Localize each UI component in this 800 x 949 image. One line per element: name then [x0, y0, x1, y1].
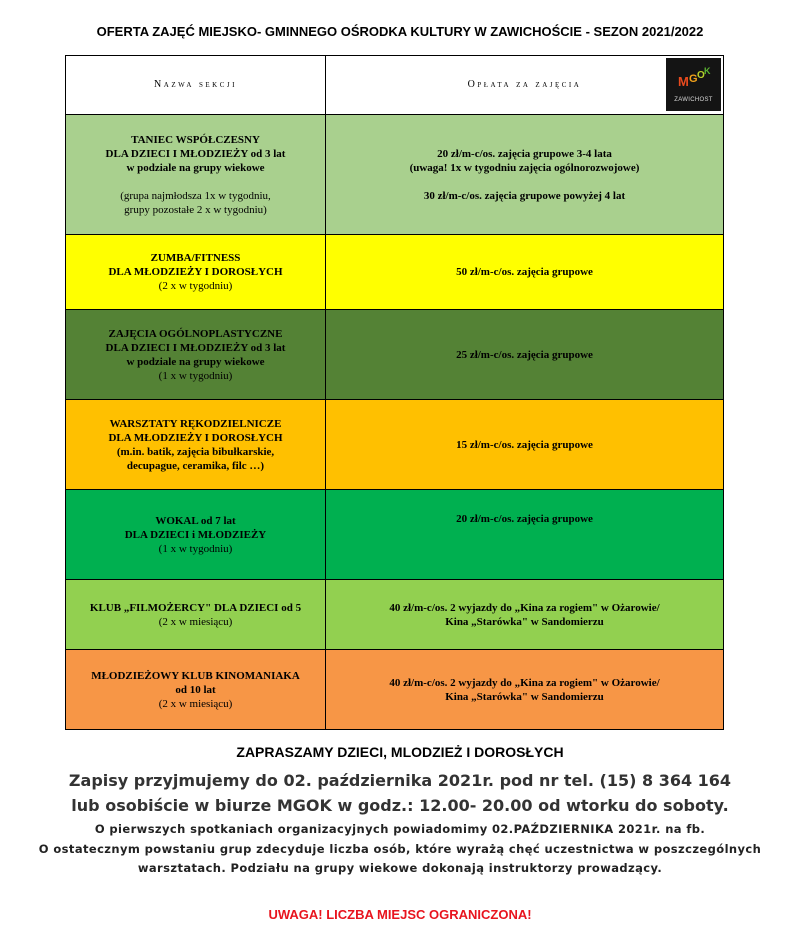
document-title: OFERTA ZAJĘĆ MIEJSKO- GMINNEGO OŚRODKA K… [96, 24, 704, 39]
column-header-fee-label: Opłata za zajęcia [467, 79, 582, 90]
section-fee-cell: 25 zł/m-c/os. zajęcia grupowe [325, 309, 724, 400]
section-name-line: DLA DZIECI i MŁODZIEŻY [124, 528, 267, 541]
section-row: ZAJĘCIA OGÓLNOPLASTYCZNE DLA DZIECI I MŁO… [65, 309, 724, 400]
section-name-cell: KLUB „FILMOŻERCY" DLA DZIECI od 5 (2 x w … [65, 579, 326, 650]
section-fee-cell: 40 zł/m-c/os. 2 wyjazdy do „Kina za rogi… [325, 579, 724, 650]
fee-line: 40 zł/m-c/os. 2 wyjazdy do „Kina za rogi… [389, 676, 660, 689]
section-schedule-note: (1 x w tygodniu) [158, 542, 233, 555]
section-name-line: MŁODZIEŻOWY KLUB KINOMANIAKA [91, 669, 300, 682]
section-name-line: decupague, ceramika, filc …) [126, 459, 265, 472]
section-name-cell: ZUMBA/FITNESS DLA MŁODZIEŻY I DOROSŁYCH (2… [65, 234, 326, 310]
meeting-notice: O pierwszych spotkaniach organizacyjnych… [94, 822, 706, 836]
section-name-line: (m.in. batik, zajęcia bibułkarskie, [116, 445, 275, 458]
invitation-text: ZAPRASZAMY DZIECI, MLODZIEŻ I DOROSŁYCH [236, 744, 564, 760]
section-schedule-note: (grupa najmłodsza 1x w tygodniu, [120, 189, 271, 202]
fee-line: 50 zł/m-c/os. zajęcia grupowe [456, 266, 593, 278]
section-row: MŁODZIEŻOWY KLUB KINOMANIAKA od 10 lat (2 … [65, 649, 724, 730]
fee-line: 40 zł/m-c/os. 2 wyjazdy do „Kina za rogi… [389, 601, 660, 614]
section-name-line: WARSZTATY RĘKODZIELNICZE [109, 417, 282, 430]
section-row: WARSZTATY RĘKODZIELNICZE DLA MŁODZIEŻY I … [65, 399, 724, 490]
section-fee-cell: 20 zł/m-c/os. zajęcia grupowe 3-4 lata (u… [325, 114, 724, 235]
section-name-cell: WOKAL od 7 lat DLA DZIECI i MŁODZIEŻY (1 x… [65, 489, 326, 580]
section-schedule-note: grupy pozostałe 2 x w tygodniu) [124, 203, 267, 216]
section-fee-cell: 40 zł/m-c/os. 2 wyjazdy do „Kina za rogi… [325, 649, 724, 730]
mgok-logo: M G O K ZAWICHOST [666, 58, 721, 111]
fee-line: Kina „Starówka" w Sandomierzu [445, 615, 604, 628]
fee-line: (uwaga! 1x w tygodniu zajęcia ogólnorozw… [409, 161, 640, 174]
section-name-line: ZAJĘCIA OGÓLNOPLASTYCZNE [108, 327, 283, 340]
section-name-line: w podziale na grupy wiekowe [126, 161, 265, 174]
section-row: KLUB „FILMOŻERCY" DLA DZIECI od 5 (2 x w … [65, 579, 724, 650]
section-fee-cell: 20 zł/m-c/os. zajęcia grupowe [325, 489, 724, 580]
section-name-line: WOKAL od 7 lat [155, 514, 236, 527]
column-header-section-name: Nazwa sekcji [65, 55, 326, 115]
section-schedule-note: (2 x w miesiącu) [158, 615, 233, 628]
section-name-cell: WARSZTATY RĘKODZIELNICZE DLA MŁODZIEŻY I … [65, 399, 326, 490]
section-name-line: DLA DZIECI I MŁODZIEŻY od 3 lat [105, 341, 286, 354]
section-name-cell: MŁODZIEŻOWY KLUB KINOMANIAKA od 10 lat (2 … [65, 649, 326, 730]
logo-letter-k: K [704, 66, 712, 76]
logo-caption: ZAWICHOST [674, 97, 713, 103]
section-schedule-note: (1 x w tygodniu) [158, 369, 233, 382]
section-row: ZUMBA/FITNESS DLA MŁODZIEŻY I DOROSŁYCH (2… [65, 234, 724, 310]
section-row: TANIEC WSPÓŁCZESNY DLA DZIECI I MŁODZIEŻY… [65, 114, 724, 235]
fee-line: 20 zł/m-c/os. zajęcia grupowe 3-4 lata [437, 147, 612, 160]
section-fee-cell: 15 zł/m-c/os. zajęcia grupowe [325, 399, 724, 490]
section-schedule-note: (2 x w miesiącu) [158, 697, 233, 710]
section-name-line: DLA DZIECI I MŁODZIEŻY od 3 lat [105, 147, 286, 160]
section-schedule-note: (2 x w tygodniu) [158, 280, 233, 292]
registration-line-1: Zapisy przyjmujemy do 02. października 2… [68, 771, 732, 790]
mgok-logo-mark: M G O K [678, 66, 712, 89]
section-name-line: KLUB „FILMOŻERCY" DLA DZIECI od 5 [89, 601, 302, 614]
limited-places-warning: UWAGA! LICZBA MIEJSC OGRANICZONA! [268, 907, 532, 922]
table-header-row: Nazwa sekcji Opłata za zajęcia M G O K Z… [65, 55, 724, 115]
fee-line: 25 zł/m-c/os. zajęcia grupowe [456, 348, 593, 361]
fee-line: 15 zł/m-c/os. zajęcia grupowe [456, 438, 593, 451]
section-fee-cell: 50 zł/m-c/os. zajęcia grupowe [325, 234, 724, 310]
section-name-line: w podziale na grupy wiekowe [126, 355, 265, 368]
column-header-fee: Opłata za zajęcia M G O K ZAWICHOST [325, 55, 724, 115]
section-name-line: TANIEC WSPÓŁCZESNY [131, 133, 260, 146]
offer-rows: TANIEC WSPÓŁCZESNY DLA DZIECI I MŁODZIEŻY… [65, 114, 724, 730]
offer-table: Nazwa sekcji Opłata za zajęcia M G O K Z… [65, 55, 724, 730]
section-name-cell: ZAJĘCIA OGÓLNOPLASTYCZNE DLA DZIECI I MŁO… [65, 309, 326, 400]
section-name-line: DLA MŁODZIEŻY I DOROSŁYCH [108, 266, 283, 278]
fee-line-extra: 30 zł/m-c/os. zajęcia grupowe powyżej 4 … [423, 189, 626, 202]
groups-notice: O ostatecznym powstaniu grup zdecyduje l… [38, 842, 762, 875]
section-row: WOKAL od 7 lat DLA DZIECI i MŁODZIEŻY (1 x… [65, 489, 724, 580]
fee-line: Kina „Starówka" w Sandomierzu [445, 690, 604, 703]
section-name-line: DLA MŁODZIEŻY I DOROSŁYCH [108, 431, 283, 444]
section-name-cell: TANIEC WSPÓŁCZESNY DLA DZIECI I MŁODZIEŻY… [65, 114, 326, 235]
registration-line-2: lub osobiście w biurze MGOK w godz.: 12.… [71, 796, 729, 815]
section-name-line: od 10 lat [175, 683, 216, 696]
fee-line: 20 zł/m-c/os. zajęcia grupowe [456, 513, 593, 525]
section-name-line: ZUMBA/FITNESS [150, 252, 241, 264]
